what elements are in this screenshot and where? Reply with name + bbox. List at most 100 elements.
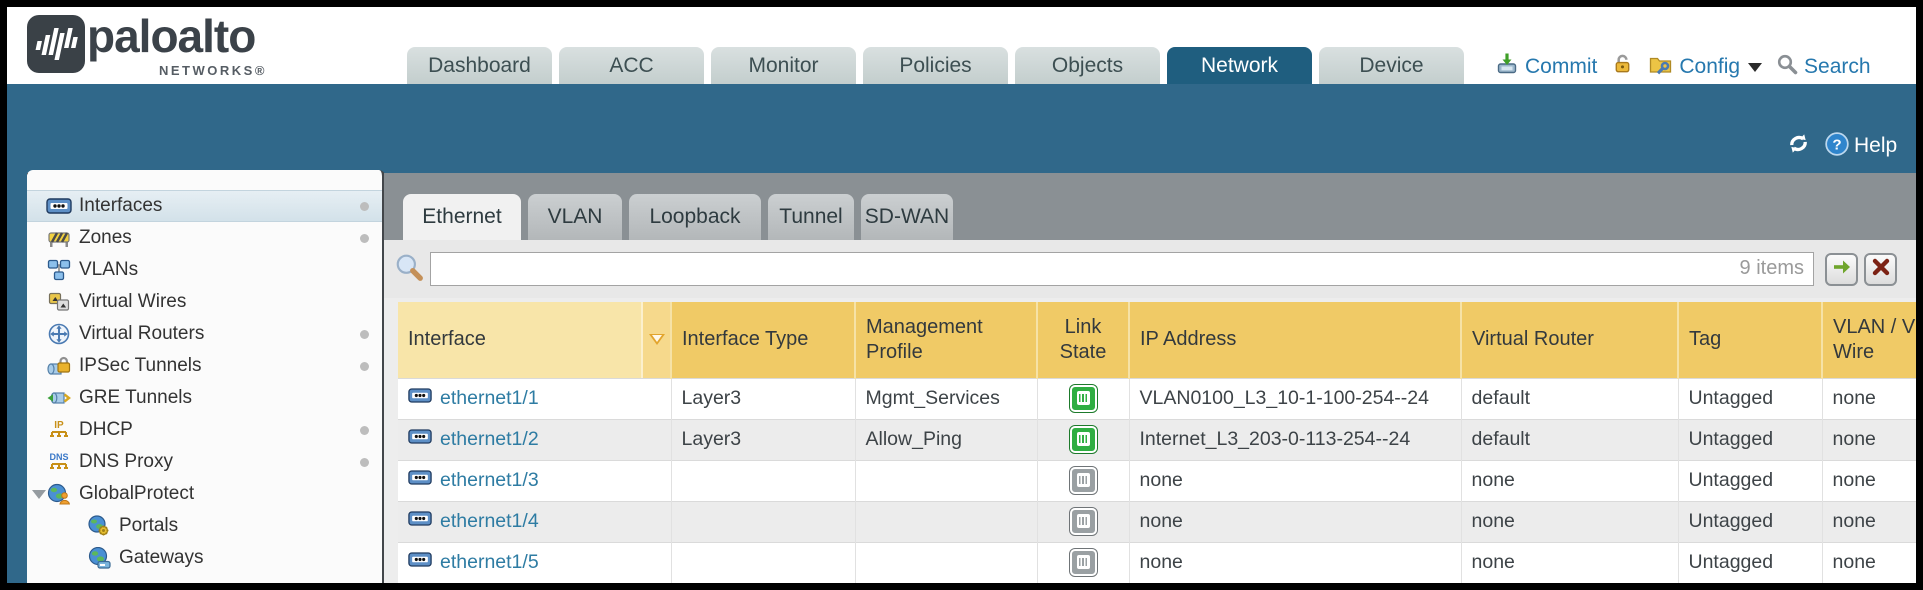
sidebar-item-dhcp[interactable]: IP DHCP: [27, 414, 382, 446]
cell-vlan: none: [1822, 542, 1916, 583]
cell-virtual-router: none: [1461, 460, 1678, 501]
link-down-icon: [1070, 467, 1097, 494]
tab-acc[interactable]: ACC: [559, 47, 704, 84]
refresh-icon[interactable]: [1785, 130, 1812, 162]
tab-network[interactable]: Network: [1167, 47, 1312, 84]
subtab-loopback[interactable]: Loopback: [629, 194, 761, 240]
gre-tunnels-icon: [45, 386, 72, 410]
interface-tab-band: Ethernet VLAN Loopback Tunnel SD-WAN: [384, 173, 1916, 240]
help-label: Help: [1854, 134, 1897, 158]
help-button[interactable]: ? Help: [1824, 131, 1897, 162]
sidebar-item-interfaces[interactable]: Interfaces: [27, 190, 382, 222]
ethernet-panel: 9 items Interface: [384, 240, 1916, 583]
clear-x-icon: [1870, 256, 1892, 283]
sidebar-item-label: Portals: [119, 515, 178, 537]
network-sidebar: Interfaces Zones VLANs Virtual Wires: [27, 170, 385, 583]
expand-collapse-icon[interactable]: [32, 490, 46, 499]
interface-link[interactable]: ethernet1/2: [440, 428, 539, 451]
sidebar-item-label: DHCP: [79, 419, 133, 441]
nic-icon: [408, 428, 432, 451]
top-header: paloalto NETWORKS® Dashboard ACC Monitor…: [7, 7, 1916, 84]
sidebar-item-globalprotect[interactable]: GlobalProtect: [27, 478, 382, 510]
column-header-link-state[interactable]: Link State: [1037, 302, 1129, 378]
cell-ip-address: none: [1129, 542, 1461, 583]
column-header-virtual-router[interactable]: Virtual Router: [1461, 302, 1678, 378]
brand-sub-wordmark: NETWORKS®: [159, 63, 267, 78]
status-dot: [360, 330, 369, 339]
config-icon: [1648, 52, 1673, 82]
table-row: ethernet1/3 none none Untagged none: [398, 460, 1916, 501]
lock-button[interactable]: [1611, 53, 1634, 82]
gateways-icon: [85, 546, 112, 570]
table-row: ethernet1/5 none none Untagged none: [398, 542, 1916, 583]
subtab-sdwan[interactable]: SD-WAN: [861, 194, 953, 240]
sidebar-item-label: Zones: [79, 227, 132, 249]
column-header-vlan-virtual-wire[interactable]: VLAN / Virtual Wire: [1822, 302, 1916, 378]
left-margin-strip: [7, 173, 27, 583]
cell-tag: Untagged: [1678, 501, 1822, 542]
status-dot: [360, 234, 369, 243]
sidebar-item-zones[interactable]: Zones: [27, 222, 382, 254]
sidebar-item-portals[interactable]: Portals: [27, 510, 382, 542]
vlans-icon: [45, 258, 72, 282]
subtab-tunnel[interactable]: Tunnel: [768, 194, 854, 240]
table-header-row: Interface Interface Type Management Prof…: [398, 302, 1916, 378]
sidebar-item-label: Interfaces: [79, 195, 162, 217]
column-header-tag[interactable]: Tag: [1678, 302, 1822, 378]
go-arrow-icon: [1830, 255, 1854, 284]
sidebar-item-virtual-wires[interactable]: Virtual Wires: [27, 286, 382, 318]
column-header-interface-type[interactable]: Interface Type: [671, 302, 855, 378]
sidebar-item-virtual-routers[interactable]: Virtual Routers: [27, 318, 382, 350]
interface-link[interactable]: ethernet1/1: [440, 387, 539, 410]
cell-interface-type: [671, 501, 855, 542]
sort-dropdown-icon[interactable]: [641, 302, 670, 378]
lock-icon: [1611, 53, 1634, 82]
sidebar-item-dns-proxy[interactable]: DNS DNS Proxy: [27, 446, 382, 478]
apply-filter-button[interactable]: [1825, 253, 1858, 286]
column-header-interface[interactable]: Interface: [398, 302, 671, 378]
tab-objects[interactable]: Objects: [1015, 47, 1160, 84]
subtab-vlan[interactable]: VLAN: [528, 194, 622, 240]
tab-dashboard[interactable]: Dashboard: [407, 47, 552, 84]
tab-policies[interactable]: Policies: [863, 47, 1008, 84]
main-nav: Dashboard ACC Monitor Policies Objects N…: [407, 47, 1464, 84]
cell-interface-type: Layer3: [671, 419, 855, 460]
nic-icon: [408, 469, 432, 492]
interface-link[interactable]: ethernet1/4: [440, 510, 539, 533]
cell-ip-address: Internet_L3_203-0-113-254--24: [1129, 419, 1461, 460]
config-menu-button[interactable]: Config: [1648, 52, 1762, 82]
globalprotect-icon: [45, 482, 72, 506]
interface-link[interactable]: ethernet1/3: [440, 469, 539, 492]
status-dot: [360, 202, 369, 211]
svg-text:IP: IP: [54, 420, 64, 431]
sidebar-item-vlans[interactable]: VLANs: [27, 254, 382, 286]
search-icon: [1776, 53, 1798, 81]
sidebar-item-label: DNS Proxy: [79, 451, 173, 473]
column-header-management-profile[interactable]: Management Profile: [855, 302, 1037, 378]
commit-button[interactable]: Commit: [1495, 52, 1597, 82]
chevron-down-icon: [1748, 63, 1762, 72]
search-button[interactable]: Search: [1776, 53, 1871, 81]
interfaces-table: Interface Interface Type Management Prof…: [398, 302, 1916, 583]
cell-interface-type: [671, 460, 855, 501]
subtab-ethernet[interactable]: Ethernet: [403, 194, 521, 240]
sidebar-item-ipsec-tunnels[interactable]: IPSec Tunnels: [27, 350, 382, 382]
virtual-wires-icon: [45, 290, 72, 314]
dns-proxy-icon: DNS: [45, 450, 72, 474]
tab-device[interactable]: Device: [1319, 47, 1464, 84]
cell-vlan: none: [1822, 419, 1916, 460]
clear-filter-button[interactable]: [1864, 253, 1897, 286]
column-header-ip-address[interactable]: IP Address: [1129, 302, 1461, 378]
sidebar-item-gateways[interactable]: Gateways: [27, 542, 382, 574]
cell-ip-address: VLAN0100_L3_10-1-100-254--24: [1129, 378, 1461, 419]
filter-input[interactable]: [430, 252, 1814, 286]
sidebar-item-gre-tunnels[interactable]: GRE Tunnels: [27, 382, 382, 414]
interface-link[interactable]: ethernet1/5: [440, 551, 539, 574]
cell-management-profile: [855, 501, 1037, 542]
svg-text:?: ?: [1832, 136, 1841, 153]
zones-icon: [45, 226, 72, 250]
cell-interface-type: [671, 542, 855, 583]
status-dot: [360, 426, 369, 435]
commit-label: Commit: [1525, 55, 1597, 79]
tab-monitor[interactable]: Monitor: [711, 47, 856, 84]
